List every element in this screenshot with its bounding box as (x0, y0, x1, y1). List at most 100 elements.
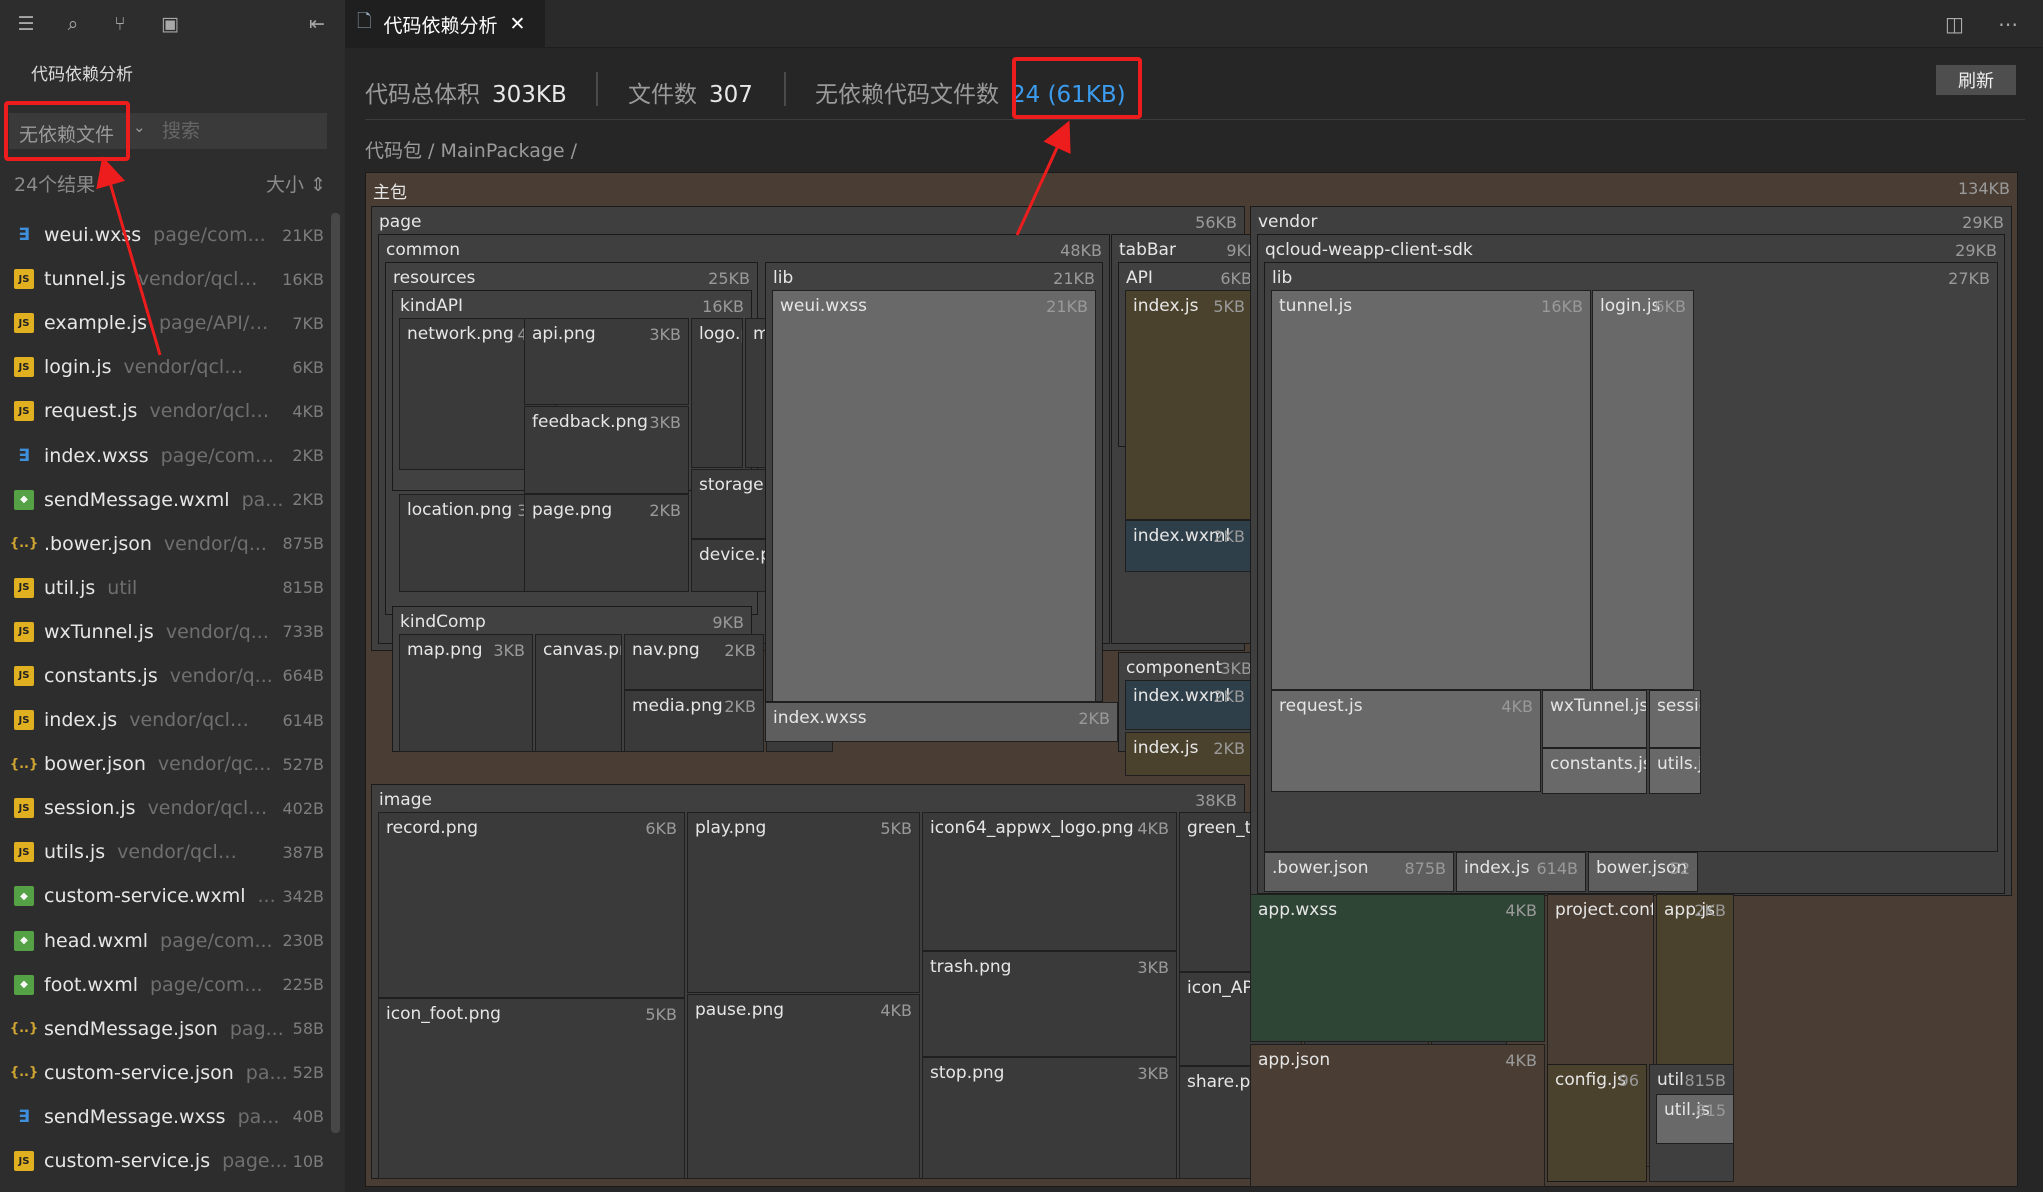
treemap-cell[interactable]: index.js 2KB (1125, 732, 1253, 776)
treemap-cell[interactable]: tunnel.js 16KB (1271, 290, 1591, 690)
treemap-size: 3KB (493, 641, 525, 660)
file-size: 10B (292, 1151, 324, 1171)
treemap-cell[interactable]: bower.json 52 (1588, 852, 1698, 892)
treemap-cell[interactable]: record.png 6KB (378, 812, 685, 998)
list-item[interactable]: ∃ sendMessage.wxss pa... 40B (0, 1095, 330, 1139)
treemap-cell[interactable]: pause.png 4KB (687, 994, 920, 1179)
close-icon[interactable]: ✕ (510, 13, 526, 35)
treemap-cell[interactable]: app.json 4KB (1250, 1044, 1545, 1187)
treemap-label: api.png (532, 324, 596, 344)
treemap-cell[interactable]: request.js 4KB (1271, 690, 1541, 792)
treemap-cell[interactable]: app.wxss 4KB (1250, 894, 1545, 1042)
treemap-cell[interactable]: icon64_appwx_logo.png 4KB (922, 812, 1177, 951)
file-size: 2KB (292, 490, 324, 510)
scrollbar[interactable] (331, 213, 340, 1133)
treemap-cell[interactable]: play.png 5KB (687, 812, 920, 993)
branch-icon[interactable]: ⑂ (108, 12, 132, 36)
chevron-down-icon[interactable]: ⌄ (133, 118, 146, 136)
treemap-label: page.png (532, 500, 613, 520)
tab-title: 代码依赖分析 (383, 14, 498, 37)
treemap-label: request.js (1279, 696, 1363, 716)
refresh-button[interactable]: 刷新 (1936, 65, 2016, 95)
file-size: 58B (292, 1019, 324, 1039)
treemap-size: 3KB (649, 325, 681, 344)
js-file-icon: JS (14, 1151, 34, 1172)
treemap-cell[interactable]: icon_foot.png 5KB (378, 998, 685, 1179)
list-icon[interactable]: ☰ (14, 12, 38, 36)
tab-dependency-analysis[interactable]: 🗋 代码依赖分析 ✕ (345, 0, 545, 48)
list-item[interactable]: JS request.js vendor/qclo... 4KB (0, 389, 330, 433)
list-item[interactable]: {..} bower.json vendor/qc... 527B (0, 742, 330, 786)
list-item[interactable]: JS wxTunnel.js vendor/q... 733B (0, 610, 330, 654)
more-icon[interactable]: ⋯ (1998, 12, 2018, 36)
list-item[interactable]: JS tunnel.js vendor/qclou... 16KB (0, 257, 330, 301)
list-item[interactable]: {..} .bower.json vendor/q... 875B (0, 522, 330, 566)
file-size: 875B (282, 534, 324, 554)
treemap-cell[interactable]: index.wxml 2KB (1125, 520, 1253, 572)
save-icon[interactable]: ▣ (158, 12, 182, 36)
treemap-cell[interactable]: wxTunnel.js (1542, 690, 1647, 748)
sort-button[interactable]: 大小 ⇕ (266, 170, 326, 197)
treemap-cell[interactable]: index.wxss 2KB (765, 702, 1118, 742)
list-item[interactable]: {..} custom-service.json pa... 52B (0, 1051, 330, 1095)
treemap-cell[interactable]: sessio (1649, 690, 1701, 748)
treemap-cell[interactable]: login.js 6KB (1592, 290, 1694, 690)
list-item[interactable]: JS custom-service.js page... 10B (0, 1139, 330, 1183)
treemap-cell[interactable]: stop.png 3KB (922, 1057, 1177, 1179)
file-name: weui.wxss (44, 224, 142, 247)
list-item[interactable]: JS util.js util 815B (0, 566, 330, 610)
file-path: page/com... (153, 224, 266, 247)
treemap-cell[interactable]: feedback.png 3KB (524, 406, 689, 494)
treemap-cell[interactable]: nav.png 2KB (624, 634, 764, 690)
treemap-group[interactable]: config.js 96 (1547, 1064, 1647, 1182)
treemap-label: media.png (632, 696, 723, 716)
stat-files-label: 文件数 (628, 82, 697, 108)
treemap-cell[interactable]: constants.js (1542, 748, 1647, 794)
treemap-cell[interactable]: index.js 614B (1456, 852, 1586, 892)
treemap-cell[interactable]: logo.p (691, 318, 743, 468)
treemap-label: page (379, 212, 422, 232)
list-item[interactable]: JS example.js page/API/p... 7KB (0, 301, 330, 345)
list-item[interactable]: ◆ foot.wxml page/com... 225B (0, 963, 330, 1007)
treemap-size: 2KB (1213, 687, 1245, 706)
file-size: 52B (292, 1063, 324, 1083)
treemap-cell[interactable]: api.png 3KB (524, 318, 689, 405)
treemap-label: index.js (1133, 738, 1199, 758)
collapse-icon[interactable]: ⇤ (305, 12, 329, 36)
treemap-cell[interactable]: index.js 5KB (1125, 290, 1253, 520)
list-item[interactable]: JS session.js vendor/qclo... 402B (0, 786, 330, 830)
search-icon[interactable]: ⌕ (61, 12, 85, 36)
treemap-cell[interactable]: media.png 2KB (624, 690, 764, 752)
list-item[interactable]: ◆ head.wxml page/com... 230B (0, 919, 330, 963)
treemap-cell[interactable]: trash.png 3KB (922, 951, 1177, 1057)
js-file-icon: JS (14, 269, 34, 290)
split-editor-icon[interactable]: ◫ (1945, 12, 1964, 36)
file-size: 527B (282, 754, 324, 774)
treemap-cell[interactable]: util.js 815 (1656, 1094, 1734, 1144)
list-item[interactable]: ∃ index.wxss page/comm... 2KB (0, 433, 330, 477)
list-item[interactable]: JS login.js vendor/qcloud-... 6KB (0, 345, 330, 389)
treemap-cell[interactable]: utils.js (1649, 748, 1701, 794)
file-name: login.js (44, 356, 112, 379)
list-item[interactable]: JS utils.js vendor/qcloud-... 387B (0, 830, 330, 874)
treemap-cell[interactable]: weui.wxss 21KB (772, 290, 1096, 702)
file-name: custom-service.json (44, 1061, 234, 1084)
treemap-size: 4KB (1137, 819, 1169, 838)
list-item[interactable]: {..} sendMessage.json pag... 58B (0, 1007, 330, 1051)
treemap-cell[interactable]: .bower.json 875B (1264, 852, 1454, 892)
treemap-cell[interactable]: page.png 2KB (524, 494, 689, 592)
file-size: 387B (282, 842, 324, 862)
search-input[interactable] (162, 117, 322, 145)
file-name: request.js (44, 400, 138, 423)
treemap-label: index.wxss (773, 708, 867, 728)
list-item[interactable]: ◆ custom-service.wxml... 342B (0, 874, 330, 918)
list-item[interactable]: ◆ sendMessage.wxml pa... 2KB (0, 478, 330, 522)
list-item[interactable]: JS constants.js vendor/q... 664B (0, 654, 330, 698)
list-item[interactable]: JS index.js vendor/qclou... 614B (0, 698, 330, 742)
treemap-cell[interactable]: index.wxml 2KB (1125, 680, 1253, 730)
treemap-cell[interactable]: map.png 3KB (399, 634, 533, 752)
treemap-cell[interactable]: canvas.pn (535, 634, 622, 752)
list-item[interactable]: ∃ weui.wxss page/com... 21KB (0, 213, 330, 257)
wxml-file-icon: ◆ (14, 930, 34, 951)
treemap-size: 9KB (712, 613, 744, 632)
